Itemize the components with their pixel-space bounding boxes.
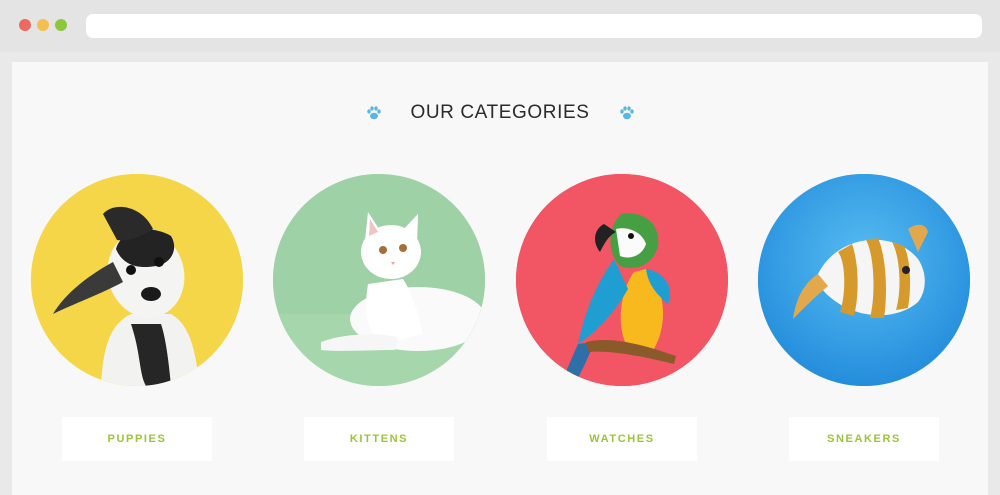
section-title: OUR CATEGORIES (410, 102, 590, 123)
category-button-sneakers[interactable]: SNEAKERS (789, 417, 939, 461)
fish-photo[interactable] (758, 174, 970, 386)
cat-photo[interactable] (273, 174, 485, 386)
category-button-puppies[interactable]: PUPPIES (62, 417, 212, 461)
category-button-watches[interactable]: WATCHES (547, 417, 697, 461)
minimize-window-button[interactable] (37, 19, 49, 31)
dog-photo[interactable] (31, 174, 243, 386)
page-content: OUR CATEGORIES PUPPIES KITTENS WATCHES S… (12, 62, 988, 495)
paw-icon (620, 106, 634, 120)
category-button-kittens[interactable]: KITTENS (304, 417, 454, 461)
category-label: PUPPIES (107, 433, 167, 445)
category-label: SNEAKERS (827, 433, 901, 445)
close-window-button[interactable] (19, 19, 31, 31)
address-bar[interactable] (86, 14, 982, 38)
parrot-photo[interactable] (516, 174, 728, 386)
category-card-kittens[interactable]: KITTENS (273, 174, 485, 461)
maximize-window-button[interactable] (55, 19, 67, 31)
category-card-sneakers[interactable]: SNEAKERS (758, 174, 970, 461)
category-card-watches[interactable]: WATCHES (516, 174, 728, 461)
category-card-puppies[interactable]: PUPPIES (31, 174, 243, 461)
category-label: WATCHES (589, 433, 655, 445)
browser-chrome (0, 0, 1000, 52)
section-heading: OUR CATEGORIES (12, 100, 988, 130)
category-label: KITTENS (349, 433, 409, 445)
